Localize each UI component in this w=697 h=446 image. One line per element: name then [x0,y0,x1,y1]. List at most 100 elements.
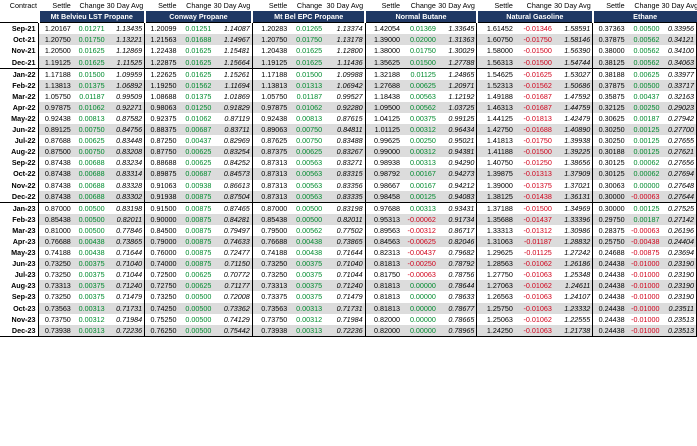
table-row: Aug-23 0.73313 0.00375 0.71240 0.72750 0.0062… [0,280,697,292]
avg-value: 1.25348 [553,269,594,281]
avg-value: 0.83448 [106,135,146,147]
change-value: 0.01187 [79,91,105,101]
table-row: Mar-22 1.05750 0.01187 0.99509 1.08688 0.0137… [0,90,697,102]
change-value: -0.00250 [402,258,438,270]
contract-month: May-22 [11,113,36,123]
table-row: Oct-21 1.20750 0.01750 1.13221 1.21563 0.0168… [0,34,697,46]
avg-value: 0.72008 [213,291,253,303]
avg-value: 0.82969 [213,135,253,147]
change-value: 0.01750 [72,34,107,46]
settle-value: 1.44125 [476,112,515,125]
contract-month: Mar-22 [12,91,36,101]
avg-value: 1.06892 [106,79,146,91]
change-value: 0.00562 [626,56,662,69]
avg-value: 0.27656 [661,157,697,169]
avg-value: 0.84756 [106,124,146,136]
avg-value: 0.77502 [324,224,366,236]
avg-value: 1.36131 [553,190,594,203]
contract-month: Feb-23 [0,213,39,225]
change-value: 0.00500 [185,292,212,302]
change-value: -0.01438 [514,190,554,203]
avg-value: 0.34100 [661,45,697,57]
change-value: -0.01500 [514,146,554,158]
change-value: 0.02000 [402,34,438,46]
table-row: Nov-21 1.20500 0.01625 1.12869 1.22438 0.0162… [0,45,697,57]
settle-value: 1.42054 [364,22,403,35]
settle-value: 1.25750 [476,302,515,314]
contract-month: Dec-22 [0,190,39,203]
avg-value: 1.37021 [553,179,594,191]
change-value: 0.00562 [633,46,660,56]
change-value: -0.00625 [402,235,438,248]
avg-value: 1.13374 [324,22,366,35]
settle-value: 1.35625 [364,56,403,69]
change-value: -0.01000 [626,324,662,337]
change-value: 0.01313 [289,79,325,91]
change-value: -0.01346 [514,22,554,35]
settle-value: 0.30250 [592,124,627,136]
change-value: 0.01625 [178,56,214,69]
settle-value: 0.89563 [364,224,403,236]
change-value: 0.01251 [178,22,214,35]
avg-value: 0.86613 [213,179,253,191]
avg-value: 1.15261 [213,68,253,80]
settle-value: 0.84563 [364,235,403,248]
change-value: -0.00062 [402,213,438,225]
avg-value: 0.77846 [106,224,146,236]
change-value: 0.00500 [626,79,662,91]
settle-value: 1.56313 [476,56,515,69]
change-value: 0.00500 [185,314,212,324]
avg-column-header: 30 Day Avg [438,1,475,11]
settle-value: 0.28375 [592,224,627,236]
avg-value: 0.70772 [213,269,253,281]
settle-value: 0.73250 [38,269,73,281]
avg-value: 1.06942 [324,79,366,91]
settle-value: 0.30125 [592,168,627,180]
settle-value: 0.25750 [592,235,627,248]
settle-value: 0.97875 [251,101,290,113]
contract-month: Mar-23 [12,225,36,235]
settle-value: 1.38125 [476,190,515,203]
change-value: 0.00313 [289,324,325,337]
avg-column-header: 30 Day Avg [554,1,591,11]
avg-column-header: 30 Day Avg [326,1,364,11]
settle-value: 0.73938 [38,324,73,337]
avg-value: 0.71240 [324,280,366,292]
change-value: 0.00375 [72,258,107,270]
change-value: 0.00625 [633,69,660,79]
avg-value: 0.74633 [213,235,253,248]
table-row: Dec-22 0.87438 0.00688 0.83302 0.91938 0.0087… [0,190,697,203]
change-value: 0.00125 [633,203,660,213]
change-value: 0.00375 [409,113,436,123]
change-value: -0.00063 [407,270,436,280]
settle-value: 0.92438 [38,112,73,125]
change-value: 0.01187 [296,91,323,101]
table-row: Oct-23 0.73563 0.00313 0.71731 0.74250 0.0050… [0,302,697,314]
contract-month: Jul-22 [14,136,36,146]
settle-value: 0.95313 [364,213,403,225]
change-value: 0.01500 [296,69,323,79]
avg-value: 0.83711 [213,124,253,136]
settle-value: 0.88375 [144,124,179,136]
change-value: 0.00500 [296,203,323,213]
settle-value: 1.04125 [364,112,403,125]
settle-value: 0.87500 [38,146,73,158]
settle-value: 0.24688 [592,247,627,259]
change-value: 0.01500 [78,69,105,79]
settle-column-header: Settle [268,1,288,11]
avg-value: 0.26196 [661,224,697,236]
change-value: 0.00313 [72,302,107,314]
settle-value: 1.39000 [364,34,403,46]
contract-month: Dec-21 [0,56,39,69]
change-value: 0.00313 [409,158,436,168]
change-value: 0.00062 [626,168,662,180]
avg-value: 0.27525 [661,202,697,214]
change-value: 0.00562 [402,101,438,113]
avg-value: 0.94212 [437,179,478,191]
table-row: Oct-22 0.87438 0.00688 0.83314 0.89875 0.0068… [0,168,697,180]
change-value: 0.01375 [72,79,107,91]
change-value: 0.00438 [296,248,323,258]
change-value: 0.00625 [185,270,212,280]
change-value: -0.01000 [626,302,662,314]
settle-value: 0.73313 [251,280,290,292]
